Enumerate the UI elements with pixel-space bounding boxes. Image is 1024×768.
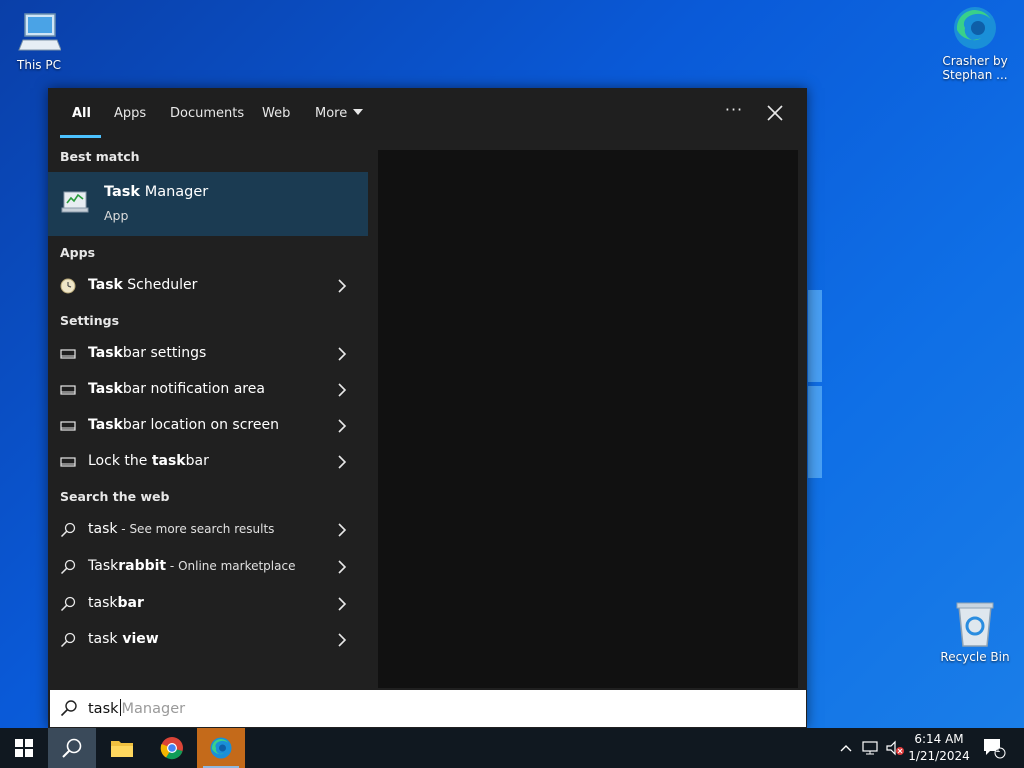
- web-result-task[interactable]: task - See more search results: [48, 512, 368, 548]
- chevron-right-icon[interactable]: [336, 596, 348, 612]
- clock-date: 1/21/2024: [908, 749, 970, 763]
- best-match-title: Task Manager: [104, 184, 209, 200]
- result-label: taskbar: [88, 595, 144, 611]
- chevron-up-icon: [840, 745, 852, 752]
- notification-count: 1: [995, 745, 1001, 755]
- result-lock-taskbar[interactable]: Lock the taskbar: [48, 444, 368, 480]
- clock[interactable]: 6:14 AM 1/21/2024: [906, 731, 972, 765]
- close-icon: [767, 105, 783, 121]
- notification-icon: [984, 739, 1006, 759]
- result-taskbar-settings[interactable]: Taskbar settings: [48, 336, 368, 372]
- desktop-icon-crasher[interactable]: Crasher by Stephan ...: [935, 4, 1015, 82]
- network-icon: [862, 741, 878, 755]
- edge-icon: [951, 4, 999, 52]
- network-button[interactable]: [860, 728, 882, 768]
- more-options-button[interactable]: ···: [722, 100, 746, 124]
- section-header-settings: Settings: [60, 313, 120, 328]
- result-taskbar-location[interactable]: Taskbar location on screen: [48, 408, 368, 444]
- chevron-right-icon[interactable]: [336, 382, 348, 398]
- desktop-icon-label: This PC: [17, 58, 61, 72]
- desktop-icon-label: Recycle Bin: [940, 650, 1010, 664]
- web-result-taskrabbit[interactable]: Taskrabbit - Online marketplace: [48, 549, 368, 585]
- clock-icon: [60, 278, 76, 294]
- result-label: Task Scheduler: [88, 277, 198, 293]
- volume-muted-icon: [886, 740, 904, 756]
- start-button[interactable]: [0, 728, 48, 768]
- chrome-icon: [160, 737, 183, 760]
- clock-time: 6:14 AM: [914, 732, 964, 746]
- preview-pane: [378, 150, 798, 688]
- section-header-best-match: Best match: [60, 149, 140, 164]
- desktop-icon-recycle-bin[interactable]: Recycle Bin: [935, 600, 1015, 664]
- chevron-right-icon[interactable]: [336, 278, 348, 294]
- taskbar-icon: [60, 382, 76, 398]
- best-match-task-manager[interactable]: Task Manager App: [48, 172, 368, 236]
- result-taskbar-notification-area[interactable]: Taskbar notification area: [48, 372, 368, 408]
- result-label: Lock the taskbar: [88, 453, 209, 469]
- chrome-button[interactable]: [148, 728, 196, 768]
- search-icon: [60, 559, 76, 575]
- result-label: task - See more search results: [88, 521, 275, 537]
- volume-button[interactable]: [884, 728, 906, 768]
- recycle-bin-icon: [951, 600, 999, 648]
- search-button[interactable]: [48, 728, 96, 768]
- chevron-right-icon[interactable]: [336, 632, 348, 648]
- taskbar-icon: [60, 454, 76, 470]
- result-label: Taskbar notification area: [88, 381, 265, 397]
- task-manager-icon: [60, 186, 90, 216]
- taskbar: 6:14 AM 1/21/2024 1: [0, 728, 1024, 768]
- search-input-text: task Manager: [88, 699, 186, 717]
- action-center-button[interactable]: 1: [980, 728, 1008, 768]
- section-header-search-web: Search the web: [60, 489, 170, 504]
- wallpaper-light-beam: [808, 290, 822, 382]
- wallpaper-light-beam: [808, 386, 822, 478]
- chevron-right-icon[interactable]: [336, 418, 348, 434]
- search-autocomplete: Manager: [121, 701, 186, 717]
- taskbar-icon: [60, 346, 76, 362]
- edge-icon: [210, 737, 232, 759]
- file-explorer-button[interactable]: [98, 728, 146, 768]
- section-header-apps: Apps: [60, 245, 96, 260]
- edge-button[interactable]: [197, 728, 245, 768]
- close-button[interactable]: [764, 102, 786, 124]
- chevron-right-icon[interactable]: [336, 454, 348, 470]
- result-label: Taskbar location on screen: [88, 417, 279, 433]
- best-match-subtitle: App: [104, 208, 129, 223]
- windows-logo-icon: [15, 739, 33, 757]
- web-result-taskbar[interactable]: taskbar: [48, 586, 368, 622]
- search-icon: [60, 632, 76, 648]
- computer-icon: [15, 8, 63, 56]
- search-icon: [60, 596, 76, 612]
- search-icon: [60, 699, 78, 717]
- search-panel: All Apps Documents Web More ··· Best mat…: [48, 88, 807, 728]
- search-icon: [62, 738, 82, 758]
- chevron-right-icon[interactable]: [336, 522, 348, 538]
- desktop-icon-label: Crasher by Stephan ...: [942, 54, 1008, 82]
- chevron-right-icon[interactable]: [336, 559, 348, 575]
- folder-icon: [111, 741, 133, 757]
- search-icon: [60, 522, 76, 538]
- chevron-right-icon[interactable]: [336, 346, 348, 362]
- web-result-task-view[interactable]: task view: [48, 622, 368, 658]
- result-label: Taskbar settings: [88, 345, 207, 361]
- taskbar-icon: [60, 418, 76, 434]
- result-label: task view: [88, 631, 159, 647]
- show-hidden-icons-button[interactable]: [836, 728, 856, 768]
- result-label: Taskrabbit - Online marketplace: [88, 558, 296, 574]
- text-caret: [119, 699, 121, 716]
- results-list: Best match Task Manager App Apps Task Sc…: [48, 88, 368, 688]
- result-task-scheduler[interactable]: Task Scheduler: [48, 268, 368, 304]
- desktop-icon-this-pc[interactable]: This PC: [0, 8, 79, 72]
- search-input[interactable]: task Manager: [50, 690, 806, 727]
